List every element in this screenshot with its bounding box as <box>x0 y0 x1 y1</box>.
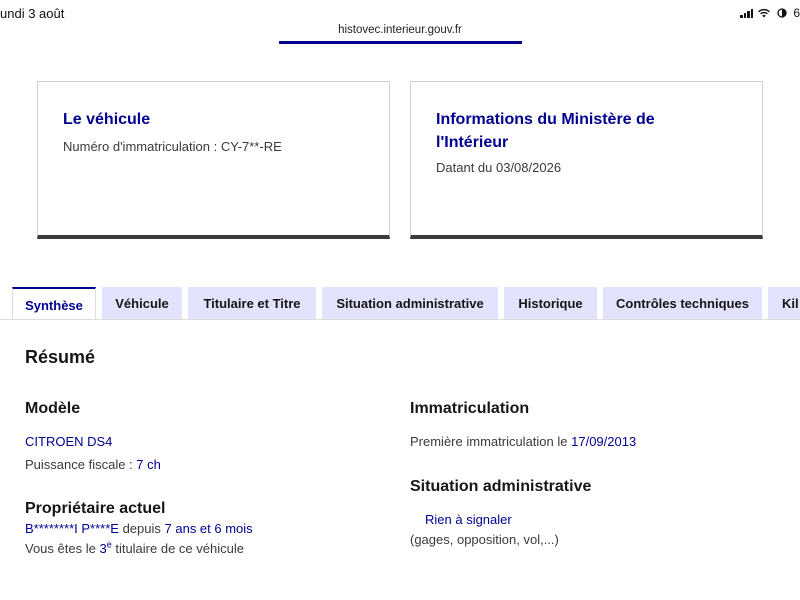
ministry-title-line2: l'Intérieur <box>436 134 509 151</box>
plate-number-line: Numéro d'immatriculation : CY-7**-RE <box>63 139 365 154</box>
vehicle-card: Le véhicule Numéro d'immatriculation : C… <box>37 81 390 239</box>
owner-heading: Propriétaire actuel <box>25 500 166 517</box>
ministry-card: Informations du Ministère de l'Intérieur… <box>410 81 763 239</box>
model-heading: Modèle <box>25 400 81 417</box>
owner-line: B********I P****E depuis 7 ans et 6 mois <box>25 521 253 536</box>
summary-title: Résumé <box>25 347 96 367</box>
admin-status-details: (gages, opposition, vol,...) <box>410 532 559 547</box>
owner-rank-digit: 3 <box>99 541 107 556</box>
first-registration-label: Première immatriculation le <box>410 434 568 449</box>
tab-bar: Synthèse Véhicule Titulaire et Titre Sit… <box>0 287 800 321</box>
owner-rank-number: 3e <box>99 539 112 556</box>
owner-rank-suffix: e <box>106 539 112 550</box>
ministry-title-line1: Informations du Ministère de <box>436 111 655 128</box>
tab-vehicule[interactable]: Véhicule <box>102 287 182 320</box>
battery-percent: 6 <box>793 6 800 20</box>
battery-icon <box>777 8 787 18</box>
status-indicators: 6 <box>740 6 800 20</box>
data-date: Datant du 03/08/2026 <box>436 160 562 175</box>
status-date: undi 3 août <box>0 6 65 21</box>
registration-heading: Immatriculation <box>410 400 530 417</box>
vehicle-card-title: Le véhicule <box>63 111 151 128</box>
owner-duration: 7 ans et 6 mois <box>164 521 253 536</box>
first-registration-date: 17/09/2013 <box>571 434 637 449</box>
tab-situation-administrative[interactable]: Situation administrative <box>322 287 498 320</box>
owner-rank-text: titulaire de ce véhicule <box>115 541 244 556</box>
owner-name: B********I P****E <box>25 521 119 536</box>
tab-historique[interactable]: Historique <box>504 287 597 320</box>
plate-value: CY-7**-RE <box>220 139 282 154</box>
tab-titulaire-titre[interactable]: Titulaire et Titre <box>188 287 316 320</box>
fiscal-power-label: Puissance fiscale : <box>25 457 133 472</box>
tab-synthese[interactable]: Synthèse <box>12 287 96 321</box>
first-registration-line: Première immatriculation le 17/09/2013 <box>410 434 636 449</box>
page-load-indicator <box>279 41 522 44</box>
admin-status-value: Rien à signaler <box>425 512 512 527</box>
tab-controles-techniques[interactable]: Contrôles techniques <box>603 287 762 320</box>
ministry-card-title: Informations du Ministère de l'Intérieur <box>436 108 738 154</box>
plate-label: Numéro d'immatriculation : <box>63 139 218 154</box>
synthese-panel: Résumé Modèle CITROEN DS4 Puissance fisc… <box>0 319 800 600</box>
admin-status-heading: Situation administrative <box>410 478 592 495</box>
fiscal-power-value: 7 ch <box>136 457 161 472</box>
cellular-signal-icon <box>740 8 754 18</box>
url-text[interactable]: histovec.interieur.gouv.fr <box>338 24 462 36</box>
owner-since-label: depuis <box>122 521 161 536</box>
owner-rank-line: Vous êtes le 3e titulaire de ce véhicule <box>25 539 244 556</box>
tab-kilometrage[interactable]: Kil <box>768 287 800 320</box>
model-name: CITROEN DS4 <box>25 434 113 449</box>
fiscal-power-line: Puissance fiscale : 7 ch <box>25 457 161 472</box>
owner-rank-prefix: Vous êtes le <box>25 541 96 556</box>
wifi-icon <box>758 8 771 18</box>
